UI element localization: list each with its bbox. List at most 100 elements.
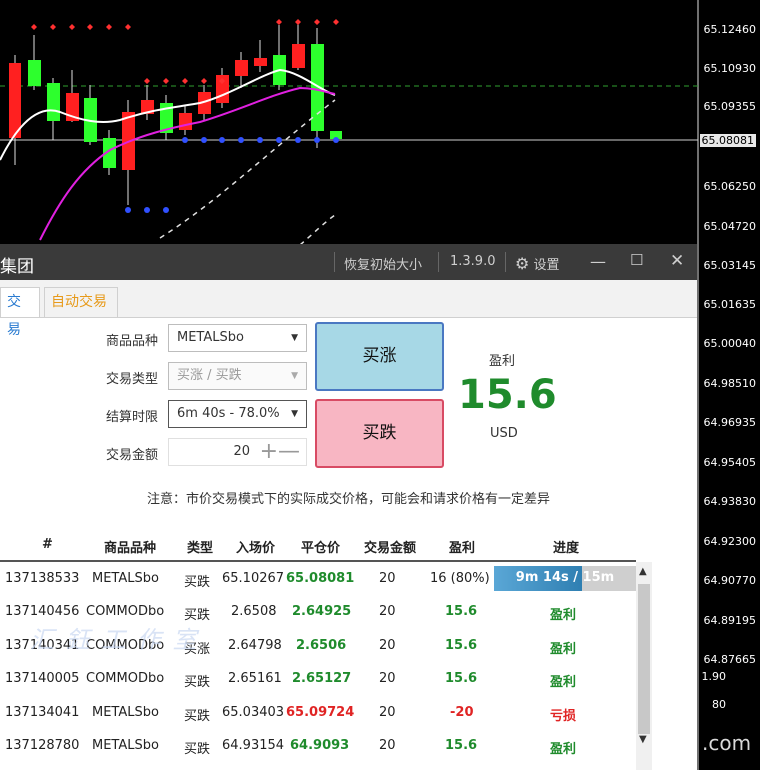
table-row[interactable]: 137138533 METALSbo 买跌 65.10267 65.08081 … bbox=[0, 562, 640, 595]
column-header: 平仓价 bbox=[301, 541, 341, 556]
profit-currency: USD bbox=[490, 426, 518, 441]
trade-close: 2.6506 bbox=[296, 638, 347, 653]
candle bbox=[47, 83, 60, 121]
close-icon[interactable]: ✕ bbox=[670, 251, 684, 271]
trade-entry: 64.93154 bbox=[222, 738, 285, 753]
trade-type: 买跌 bbox=[184, 675, 211, 690]
table-row[interactable]: 137140005 COMMODbo 买跌 2.65161 2.65127 20… bbox=[0, 662, 640, 695]
current-price-tag: 65.08081 bbox=[699, 134, 756, 147]
candle bbox=[28, 60, 41, 86]
price-tick: 64.95405 bbox=[703, 456, 757, 469]
candle bbox=[254, 58, 267, 66]
price-tick: 64.96935 bbox=[703, 416, 757, 429]
expiry-value: 6m 40s - 78.0% bbox=[177, 406, 280, 421]
title-bar: 集团 恢复初始大小 1.3.9.0 ⚙ 设置 — ☐ ✕ bbox=[0, 244, 697, 280]
trade-id: 137138533 bbox=[5, 571, 80, 586]
trade-amount: 20 bbox=[379, 571, 396, 586]
notice-text: 注意：市价交易模式下的实际成交价格，可能会和请求价格有一定差异 bbox=[146, 492, 550, 507]
amount-stepper[interactable]: 20 + — bbox=[168, 438, 307, 466]
restore-size-button[interactable]: 恢复初始大小 bbox=[344, 254, 422, 273]
progress-text: 9m 14s / 15m bbox=[515, 570, 615, 585]
trade-close: 2.64925 bbox=[292, 604, 352, 619]
tab-trade[interactable]: 交易 bbox=[0, 287, 40, 338]
product-value: METALSbo bbox=[177, 330, 244, 345]
price-tick: 64.93830 bbox=[703, 495, 757, 508]
product-select[interactable]: METALSbo ▼ bbox=[168, 324, 307, 352]
gear-icon: ⚙ bbox=[515, 254, 530, 273]
scroll-down-icon[interactable]: ▼ bbox=[639, 734, 647, 745]
buy-rise-button[interactable]: 买涨 bbox=[315, 322, 444, 391]
amount-label: 交易金额 bbox=[105, 448, 158, 463]
settings-button[interactable]: ⚙ 设置 bbox=[515, 254, 560, 273]
amount-value[interactable]: 20 bbox=[233, 444, 250, 459]
table-row[interactable]: 137134041 METALSbo 买跌 65.03403 65.09724 … bbox=[0, 696, 640, 729]
price-tick: 65.12460 bbox=[703, 23, 757, 36]
price-tick: 64.90770 bbox=[703, 574, 757, 587]
trade-id: 137140005 bbox=[5, 671, 80, 686]
trade-close: 2.65127 bbox=[292, 671, 352, 686]
trade-entry: 2.65161 bbox=[228, 671, 282, 686]
chevron-down-icon: ▼ bbox=[291, 409, 298, 419]
trade-type-select[interactable]: 买涨 / 买跌 ▼ bbox=[168, 362, 307, 390]
trade-amount: 20 bbox=[379, 604, 396, 619]
price-tick: 64.92300 bbox=[703, 535, 757, 548]
trade-profit: 15.6 bbox=[445, 738, 478, 753]
trade-type: 买跌 bbox=[184, 742, 211, 757]
trade-status: 盈利 bbox=[550, 642, 577, 657]
column-header: 类型 bbox=[187, 541, 214, 556]
version-label: 1.3.9.0 bbox=[450, 254, 496, 269]
profit-label: 盈利 bbox=[489, 354, 516, 369]
trade-profit: -20 bbox=[450, 705, 474, 720]
maximize-icon[interactable]: ☐ bbox=[630, 251, 643, 269]
trade-profit: 15.6 bbox=[445, 604, 478, 619]
scroll-up-icon[interactable]: ▲ bbox=[639, 566, 647, 577]
trade-entry: 65.03403 bbox=[222, 705, 285, 720]
price-tick: 65.09355 bbox=[703, 100, 757, 113]
column-header: 盈利 bbox=[449, 541, 476, 556]
scroll-thumb[interactable] bbox=[638, 584, 650, 734]
price-tick: 65.04720 bbox=[703, 220, 757, 233]
divider bbox=[334, 252, 335, 272]
window-title: 集团 bbox=[0, 257, 34, 277]
minus-icon[interactable]: — bbox=[278, 439, 300, 465]
volume-tick: 80 bbox=[712, 698, 726, 711]
price-tick: 65.00040 bbox=[703, 337, 757, 350]
column-header: 进度 bbox=[553, 541, 580, 556]
trade-entry: 2.64798 bbox=[228, 638, 282, 653]
column-header: 商品品种 bbox=[104, 541, 157, 556]
tab-auto-trade[interactable]: 自动交易 bbox=[44, 287, 118, 317]
divider bbox=[505, 252, 506, 272]
tab-bar: 交易 自动交易 bbox=[0, 280, 697, 338]
trade-amount: 20 bbox=[379, 671, 396, 686]
expiry-select[interactable]: 6m 40s - 78.0% ▼ bbox=[168, 400, 307, 428]
trade-amount: 20 bbox=[379, 705, 396, 720]
plus-icon[interactable]: + bbox=[260, 439, 278, 465]
buy-fall-button[interactable]: 买跌 bbox=[315, 399, 444, 468]
chevron-down-icon: ▼ bbox=[291, 371, 298, 381]
trade-entry: 65.10267 bbox=[222, 571, 285, 586]
column-header: # bbox=[42, 537, 53, 552]
price-tick: 64.87665 bbox=[703, 653, 757, 666]
divider bbox=[438, 252, 439, 272]
candle bbox=[9, 63, 21, 138]
trade-status: 盈利 bbox=[550, 742, 577, 757]
table-row[interactable]: 137128780 METALSbo 买跌 64.93154 64.9093 2… bbox=[0, 729, 640, 762]
trade-id: 137128780 bbox=[5, 738, 80, 753]
candle bbox=[179, 113, 192, 130]
trade-id: 137134041 bbox=[5, 705, 80, 720]
trade-profit: 16 (80%) bbox=[430, 571, 490, 586]
minimize-icon[interactable]: — bbox=[590, 252, 606, 271]
trade-status: 亏损 bbox=[550, 709, 577, 724]
settings-label: 设置 bbox=[533, 258, 560, 273]
trading-panel: 集团 恢复初始大小 1.3.9.0 ⚙ 设置 — ☐ ✕ 交易 自动交易 商品品… bbox=[0, 244, 697, 770]
chevron-down-icon: ▼ bbox=[291, 333, 298, 343]
trade-amount: 20 bbox=[379, 738, 396, 753]
trade-product: METALSbo bbox=[92, 705, 159, 720]
price-tick: 64.89195 bbox=[703, 614, 757, 627]
table-scrollbar[interactable]: ▲ ▼ bbox=[636, 562, 652, 770]
volume-tick: 1.90 bbox=[701, 670, 727, 683]
watermark-logo: 汇 鈺 工 作 室 bbox=[30, 626, 199, 654]
trade-product: COMMODbo bbox=[86, 604, 165, 619]
trade-close: 64.9093 bbox=[290, 738, 350, 753]
trade-type: 买跌 bbox=[184, 575, 211, 590]
